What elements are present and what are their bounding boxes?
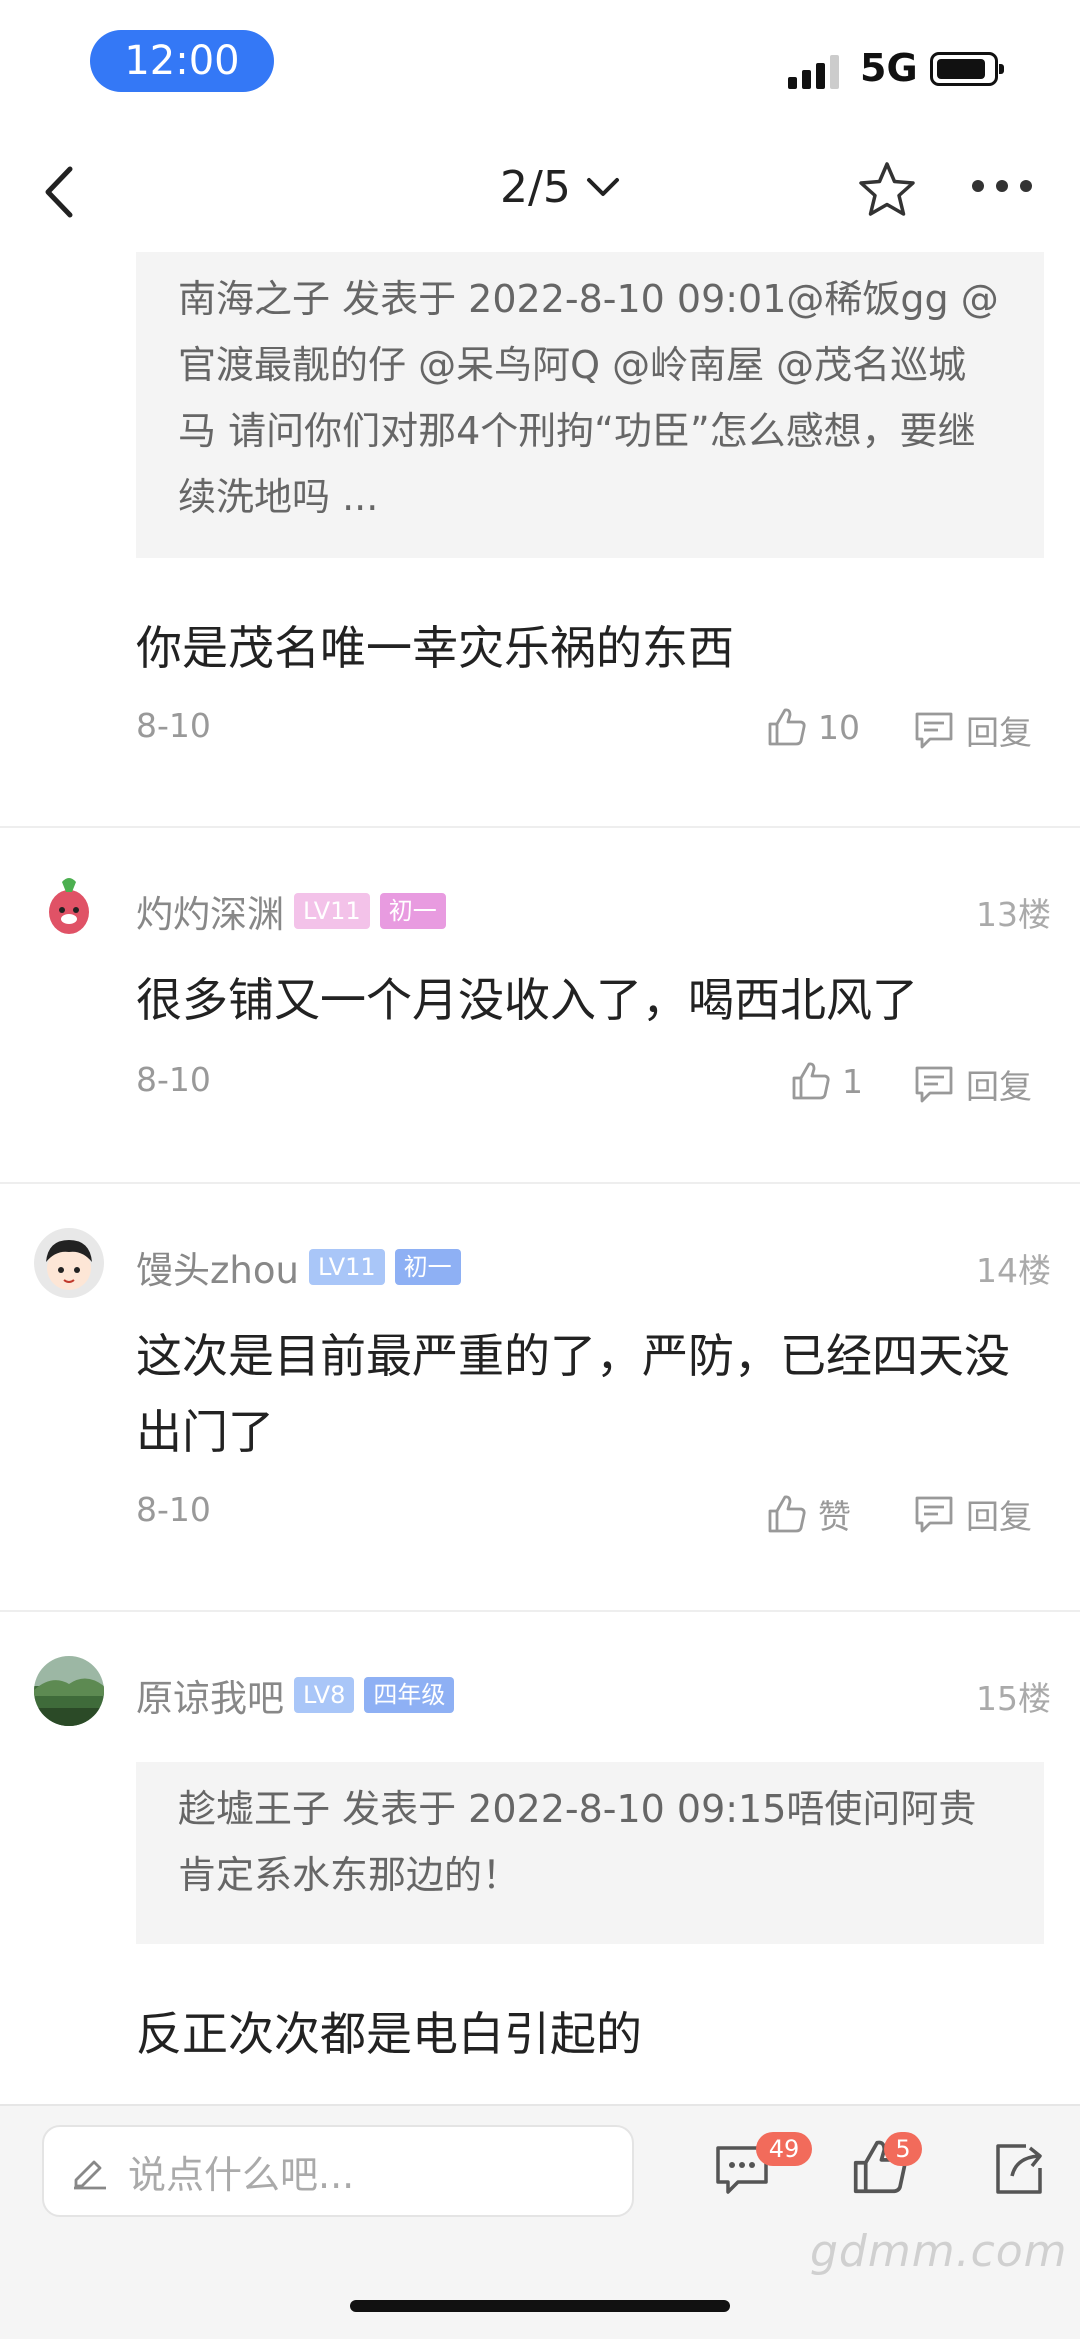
username: 灼灼深渊	[136, 893, 284, 936]
level-badge: LV11	[308, 1249, 385, 1285]
rank-badge: 四年级	[364, 1677, 455, 1713]
avatar[interactable]	[34, 1228, 104, 1298]
rank-badge: 初一	[394, 1249, 461, 1285]
reply-icon	[915, 1066, 953, 1103]
level-badge: LV8	[294, 1677, 355, 1713]
comment-date: 8-10	[136, 1490, 211, 1529]
thumbs-up-icon	[768, 708, 806, 746]
reply-icon	[915, 712, 953, 749]
like-label: 赞	[818, 1497, 851, 1536]
reply-label: 回复	[966, 1497, 1032, 1536]
like-count-badge: 5	[884, 2132, 922, 2166]
reply-button[interactable]: 回复	[912, 1060, 1032, 1108]
thumbs-up-icon	[792, 1062, 830, 1100]
comment-text: 你是茂名唯一幸灾乐祸的东西	[136, 621, 734, 675]
comment-author[interactable]: 馒头zhou LV11 初一	[136, 1240, 461, 1294]
thumbs-up-icon	[768, 1495, 806, 1533]
like-count: 1	[842, 1061, 863, 1101]
comment-input[interactable]: 说点什么吧...	[42, 2125, 634, 2217]
back-icon[interactable]	[40, 165, 80, 223]
divider	[0, 1610, 1080, 1612]
divider	[0, 826, 1080, 828]
reply-icon	[915, 1496, 953, 1533]
floor-number: 13楼	[976, 895, 1051, 934]
comment-count-badge: 49	[756, 2132, 812, 2166]
battery-icon	[930, 52, 1004, 86]
signal-icon	[788, 55, 844, 93]
comment-text: 这次是目前最严重的了，严防，已经四天没出门了	[136, 1329, 1010, 1459]
comment-text: 很多铺又一个月没收入了，喝西北风了	[136, 973, 918, 1027]
share-icon	[996, 2144, 1042, 2194]
comment-author[interactable]: 灼灼深渊 LV11 初一	[136, 884, 446, 938]
username: 原谅我吧	[136, 1677, 284, 1720]
quote-box: 趁墟王子 发表于 2022-8-10 09:15唔使问阿贵肯定系水东那边的！	[136, 1762, 1044, 1944]
floor-number: 14楼	[976, 1251, 1051, 1290]
comment-date: 8-10	[136, 706, 211, 745]
more-icon[interactable]	[970, 178, 1034, 198]
avatar[interactable]	[34, 1656, 104, 1726]
status-time: 12:00	[90, 30, 274, 92]
like-button[interactable]: 10	[766, 706, 860, 748]
like-post-button[interactable]: 5	[850, 2132, 922, 2206]
comment-date: 8-10	[136, 1060, 211, 1099]
like-button[interactable]: 赞	[766, 1490, 851, 1538]
like-count: 10	[818, 707, 860, 747]
comment-text: 反正次次都是电白引起的	[136, 2007, 642, 2061]
star-icon[interactable]	[856, 160, 918, 224]
level-badge: LV11	[294, 893, 370, 929]
comments-button[interactable]: 49	[712, 2132, 812, 2208]
avatar[interactable]	[34, 872, 104, 942]
network-type: 5G	[860, 46, 918, 90]
username: 馒头zhou	[136, 1249, 299, 1292]
rank-badge: 初一	[379, 893, 446, 929]
quote-box: 南海之子 发表于 2022-8-10 09:01@稀饭gg @官渡最靓的仔 @呆…	[136, 252, 1044, 558]
home-indicator[interactable]	[350, 2300, 730, 2312]
share-button[interactable]	[990, 2138, 1060, 2208]
floor-number: 15楼	[976, 1679, 1051, 1718]
page-selector[interactable]: 2/5	[500, 162, 621, 213]
reply-button[interactable]: 回复	[912, 1490, 1032, 1538]
input-placeholder: 说点什么吧...	[128, 2152, 355, 2197]
page-indicator-label: 2/5	[500, 162, 571, 213]
reply-button[interactable]: 回复	[912, 706, 1032, 754]
watermark: gdmm.com	[810, 2226, 1068, 2277]
divider	[0, 1182, 1080, 1184]
like-button[interactable]: 1	[790, 1060, 863, 1102]
reply-label: 回复	[966, 713, 1032, 752]
comment-author[interactable]: 原谅我吧 LV8 四年级	[136, 1668, 455, 1722]
chevron-down-icon	[586, 177, 619, 196]
reply-label: 回复	[966, 1067, 1032, 1106]
pencil-icon	[74, 2160, 106, 2190]
